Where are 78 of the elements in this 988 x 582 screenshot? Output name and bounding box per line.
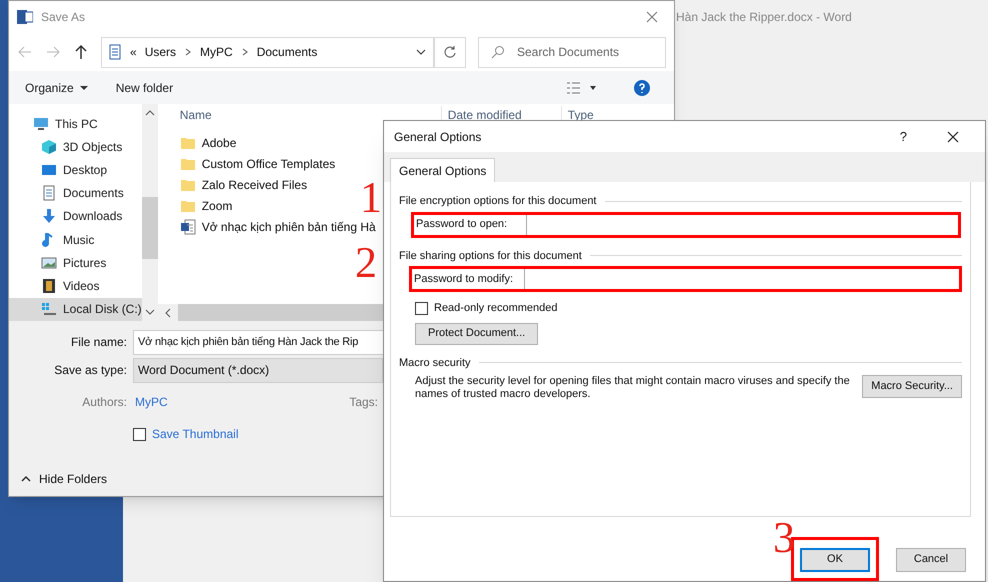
field-label: Authors: bbox=[81, 394, 128, 411]
ok-button[interactable]: OK bbox=[800, 548, 870, 572]
column-header[interactable]: Name bbox=[158, 106, 441, 124]
section-heading: File sharing options for this document bbox=[399, 248, 582, 264]
step-number: 1 bbox=[360, 176, 382, 220]
address-bar[interactable]: « Users MyPC Documents bbox=[101, 36, 434, 68]
breadcrumb-overflow[interactable]: « bbox=[130, 43, 137, 61]
nav-item[interactable]: Videos bbox=[9, 274, 142, 298]
checkbox-label[interactable]: Save Thumbnail bbox=[152, 425, 238, 443]
help-button[interactable]: ? bbox=[900, 126, 907, 146]
field-label: File name: bbox=[70, 334, 128, 351]
nav-item[interactable]: Music bbox=[9, 228, 142, 252]
chevron-up-icon bbox=[144, 108, 155, 118]
view-options-icon[interactable] bbox=[566, 80, 598, 94]
cube-icon bbox=[41, 138, 57, 155]
field-label: Tags: bbox=[349, 394, 378, 411]
tab[interactable]: General Options bbox=[390, 158, 496, 182]
field-label: Password to modify: bbox=[413, 272, 514, 287]
refresh-icon bbox=[443, 45, 457, 59]
checkbox[interactable] bbox=[415, 302, 428, 315]
breadcrumb[interactable]: Users bbox=[144, 43, 176, 61]
search-icon bbox=[491, 45, 505, 59]
window-title: Hàn Jack the Ripper.docx - Word bbox=[676, 9, 852, 26]
breadcrumb[interactable]: MyPC bbox=[200, 43, 233, 61]
macro-description: Adjust the security level for opening files that might contain macro viruses and specify the names of trusted macro developers. bbox=[415, 375, 851, 401]
file-name-field[interactable]: Vở nhạc kịch phiên bản tiếng Hàn Jack the Rip bbox=[133, 330, 385, 354]
nav-item[interactable]: Downloads bbox=[9, 204, 142, 228]
cancel-button[interactable]: Cancel bbox=[896, 548, 966, 572]
search-field[interactable]: Search Documents bbox=[478, 36, 666, 68]
word-document-icon bbox=[180, 218, 196, 234]
help-icon[interactable] bbox=[634, 80, 650, 96]
new-folder-button[interactable]: New folder bbox=[116, 78, 174, 96]
step-number: 2 bbox=[355, 241, 377, 285]
picture-icon bbox=[41, 254, 57, 271]
file-type-dropdown[interactable]: Word Document (*.docx) bbox=[133, 358, 383, 382]
nav-item[interactable]: Documents bbox=[9, 182, 142, 205]
nav-item[interactable]: Local Disk (C:) bbox=[9, 298, 142, 321]
chevron-right-icon bbox=[240, 48, 249, 56]
step-number: 3 bbox=[773, 516, 795, 560]
macro-security-button[interactable]: Macro Security... bbox=[862, 375, 962, 398]
document-icon bbox=[41, 185, 57, 202]
word-logo-icon bbox=[17, 9, 33, 25]
chevron-right-icon bbox=[184, 48, 192, 56]
section-heading: File encryption options for this document bbox=[399, 194, 596, 209]
monitor-icon bbox=[33, 116, 49, 132]
protect-document-button[interactable]: Protect Document... bbox=[415, 322, 538, 344]
nav-item[interactable]: 3D Objects bbox=[9, 135, 142, 158]
drive-icon bbox=[41, 301, 57, 318]
window-title: General Options bbox=[394, 128, 482, 146]
nav-item[interactable]: This PC bbox=[9, 112, 142, 136]
chevron-up-icon bbox=[21, 474, 31, 484]
field-label: Password to open: bbox=[415, 217, 508, 232]
checkbox-label[interactable]: Read-only recommended bbox=[434, 300, 558, 316]
checkbox[interactable] bbox=[133, 428, 146, 440]
file-name[interactable]: Zalo Received Files bbox=[202, 176, 308, 194]
down-arrow-icon bbox=[41, 208, 57, 224]
hide-folders-button[interactable]: Hide Folders bbox=[21, 470, 108, 488]
document-icon bbox=[108, 44, 122, 60]
file-name[interactable]: Vở nhạc kịch phiên bản tiếng Hà bbox=[202, 218, 376, 236]
close-icon[interactable] bbox=[947, 130, 959, 142]
up-arrow-icon[interactable] bbox=[73, 44, 89, 60]
breadcrumb[interactable]: Documents bbox=[256, 43, 318, 61]
scrollbar[interactable] bbox=[142, 104, 158, 321]
file-name[interactable]: Custom Office Templates bbox=[202, 154, 336, 172]
nav-item[interactable]: Pictures bbox=[9, 251, 142, 275]
caret-icon bbox=[80, 84, 88, 92]
nav-item[interactable]: Desktop bbox=[9, 158, 142, 182]
chevron-left-icon bbox=[162, 308, 173, 318]
author-value[interactable]: MyPC bbox=[135, 393, 168, 411]
organize-button[interactable]: Organize bbox=[25, 78, 88, 96]
refresh-button[interactable] bbox=[434, 36, 466, 68]
window-title: Save As bbox=[41, 9, 86, 26]
chevron-down-icon bbox=[144, 307, 155, 317]
section-heading: Macro security bbox=[399, 356, 471, 370]
file-name[interactable]: Zoom bbox=[202, 196, 232, 214]
film-icon bbox=[41, 278, 57, 294]
field-label: Save as type: bbox=[53, 362, 128, 379]
file-name[interactable]: Adobe bbox=[202, 134, 236, 152]
